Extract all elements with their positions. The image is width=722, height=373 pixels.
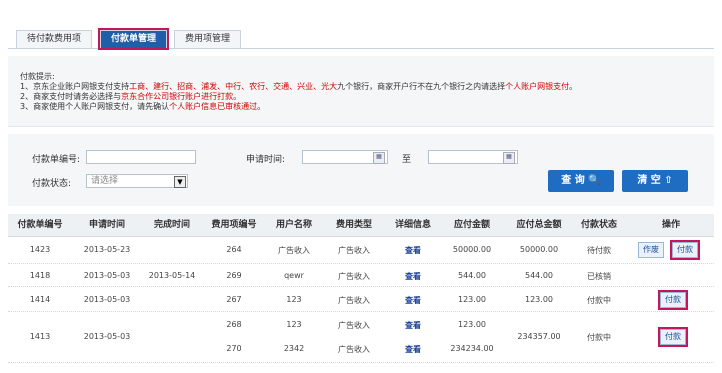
order-no: 1414	[29, 295, 51, 304]
col-detail: 详细信息	[394, 220, 431, 230]
col-fee-type: 费用类型	[335, 220, 372, 230]
user-name: 123	[286, 295, 302, 304]
tab-payment-management[interactable]: 付款单管理	[97, 28, 170, 50]
fee-type: 广告收入	[338, 272, 370, 281]
view-detail-link[interactable]: 查看	[386, 245, 440, 256]
amount: 234234.00	[450, 344, 494, 353]
table-row: 1418 2013-05-03 2013-05-14 269 qewr 广告收入…	[8, 264, 714, 287]
tab-bar: 待付款费用项 付款单管理 费用项管理	[8, 28, 714, 50]
query-button[interactable]: 查 询 🔍	[548, 170, 614, 192]
col-user-name: 用户名称	[275, 220, 312, 230]
table-row: 1414 2013-05-03 267 123 广告收入 查看 123.00 1…	[8, 287, 714, 312]
hint-line-2: 2、商家支付时请务必选择与京东合作公司银行账户进行打款。	[20, 92, 242, 101]
total-amount: 544.00	[525, 271, 553, 280]
amount: 544.00	[458, 271, 486, 280]
table-row: 1423 2013-05-23 264 广告收入 广告收入 查看 50000.0…	[8, 237, 714, 264]
to-label: 至	[402, 155, 412, 165]
user-name: 2342	[283, 344, 305, 353]
status-label: 付款状态:	[32, 179, 72, 189]
item-no: 268	[226, 320, 242, 329]
item-no: 264	[226, 245, 242, 254]
status-text: 已核销	[587, 272, 611, 281]
fee-type: 广告收入	[338, 321, 370, 330]
apply-time: 2013-05-03	[83, 271, 131, 280]
pay-button[interactable]: 付款	[658, 290, 688, 310]
order-no: 1423	[29, 245, 51, 254]
total-amount: 234357.00	[517, 332, 561, 341]
done-time: 2013-05-14	[148, 271, 196, 280]
status-text: 付款中	[587, 296, 611, 305]
col-order-no: 付款单编号	[17, 220, 63, 230]
apply-time: 2013-05-03	[83, 332, 131, 341]
void-button[interactable]: 作废	[638, 242, 664, 258]
pay-button[interactable]: 付款	[670, 240, 700, 260]
item-no: 267	[226, 295, 242, 304]
table-header: 付款单编号 申请时间 完成时间 费用项编号 用户名称 费用类型 详细信息 应付金…	[8, 214, 714, 237]
col-total: 应付总金额	[516, 220, 562, 230]
apply-time-label: 申请时间:	[246, 155, 286, 165]
col-item-no: 费用项编号	[211, 220, 257, 230]
amount: 123.00	[458, 320, 486, 329]
view-detail-link[interactable]: 查看	[386, 295, 440, 306]
status-text: 付款中	[587, 333, 611, 342]
status-text: 待付款	[587, 246, 611, 255]
view-detail-link[interactable]: 查看	[386, 271, 440, 282]
calendar-icon[interactable]: ▦	[373, 152, 385, 164]
order-no-label: 付款单编号:	[32, 155, 81, 165]
amount: 123.00	[458, 295, 486, 304]
fee-type: 广告收入	[338, 345, 370, 354]
col-actions: 操作	[661, 220, 680, 230]
payment-hint-panel: 付款提示: 1、京东企业账户网银支付支持工商、建行、招商、浦发、中行、农行、交通…	[8, 56, 714, 127]
apply-time-end-input[interactable]: ▦	[428, 150, 518, 164]
hint-title: 付款提示:	[20, 72, 55, 81]
item-no: 270	[226, 344, 242, 353]
pay-button[interactable]: 付款	[658, 327, 688, 347]
chevron-down-icon[interactable]: ▼	[174, 176, 186, 188]
calendar-icon[interactable]: ▦	[503, 152, 515, 164]
user-name: 广告收入	[278, 246, 310, 255]
fee-type: 广告收入	[338, 246, 370, 255]
view-detail-link[interactable]: 查看	[386, 320, 440, 331]
user-name: 123	[286, 320, 302, 329]
col-apply-time: 申请时间	[88, 220, 125, 230]
total-amount: 50000.00	[519, 245, 559, 254]
user-name: qewr	[284, 271, 304, 280]
table-row: 1413 2013-05-03 268 123 广告收入 查看 123.00 2…	[8, 312, 714, 363]
apply-time: 2013-05-23	[83, 245, 131, 254]
status-select[interactable]: 请选择 ▼	[86, 174, 188, 188]
hint-line-3: 3、商家使用个人账户网银支付，请先确认个人账户信息已审核通过。	[20, 102, 266, 111]
hint-text: 付款提示: 1、京东企业账户网银支付支持工商、建行、招商、浦发、中行、农行、交通…	[20, 72, 577, 112]
order-no: 1418	[29, 271, 51, 280]
item-no: 269	[226, 271, 242, 280]
fee-type: 广告收入	[338, 296, 370, 305]
view-detail-link[interactable]: 查看	[386, 344, 440, 355]
order-no: 1413	[29, 332, 51, 341]
amount: 50000.00	[452, 245, 492, 254]
apply-time: 2013-05-03	[83, 295, 131, 304]
clear-button[interactable]: 清 空 ⇧	[622, 170, 688, 192]
col-status: 付款状态	[580, 220, 617, 230]
total-amount: 123.00	[525, 295, 553, 304]
hint-line-1: 1、京东企业账户网银支付支持工商、建行、招商、浦发、中行、农行、交通、兴业、光大…	[20, 82, 578, 91]
tab-fee-management[interactable]: 费用项管理	[174, 30, 242, 48]
search-panel: 付款单编号: 申请时间: ▦ 至 ▦ 付款状态: 请选择 ▼ 查 询 🔍 清 空 …	[8, 134, 714, 206]
col-done-time: 完成时间	[153, 220, 190, 230]
col-amount: 应付金额	[453, 220, 490, 230]
order-no-input[interactable]	[86, 150, 196, 164]
apply-time-start-input[interactable]: ▦	[302, 150, 388, 164]
tab-pending-fees[interactable]: 待付款费用项	[16, 30, 93, 48]
